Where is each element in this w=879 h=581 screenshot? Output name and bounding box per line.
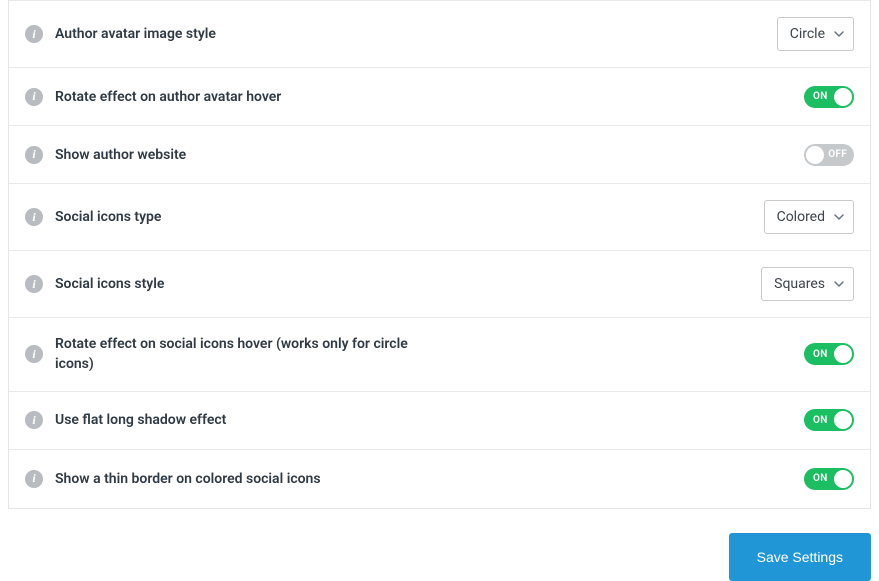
toggle-flat-long-shadow[interactable]: ON [804, 409, 854, 431]
footer: Save Settings [0, 509, 879, 581]
setting-row-author-avatar-style: i Author avatar image style Circle [9, 0, 870, 68]
select-value: Colored [777, 209, 825, 225]
select-social-icons-style[interactable]: Squares [761, 267, 854, 301]
info-icon[interactable]: i [25, 146, 43, 164]
toggle-state-label: ON [813, 91, 828, 102]
setting-label: Rotate effect on author avatar hover [55, 89, 281, 105]
setting-label: Rotate effect on social icons hover (wor… [55, 334, 425, 375]
setting-label-wrap: i Use flat long shadow effect [25, 411, 804, 429]
setting-label: Use flat long shadow effect [55, 412, 226, 428]
setting-row-social-icons-type: i Social icons type Colored [9, 184, 870, 251]
info-icon[interactable]: i [25, 411, 43, 429]
toggle-rotate-social-hover[interactable]: ON [804, 343, 854, 365]
setting-row-show-author-website: i Show author website OFF [9, 126, 870, 184]
toggle-state-label: ON [813, 349, 828, 360]
setting-row-rotate-avatar-hover: i Rotate effect on author avatar hover O… [9, 68, 870, 126]
setting-label-wrap: i Show a thin border on colored social i… [25, 470, 804, 488]
select-author-avatar-style[interactable]: Circle [777, 17, 854, 51]
chevron-down-icon [833, 278, 845, 290]
info-icon[interactable]: i [25, 275, 43, 293]
setting-label: Social icons type [55, 209, 161, 225]
setting-label: Social icons style [55, 276, 164, 292]
toggle-knob [806, 146, 824, 164]
toggle-rotate-avatar-hover[interactable]: ON [804, 86, 854, 108]
setting-label-wrap: i Social icons style [25, 275, 761, 293]
select-value: Squares [774, 276, 825, 292]
toggle-state-label: OFF [828, 149, 847, 160]
setting-row-flat-long-shadow: i Use flat long shadow effect ON [9, 392, 870, 450]
setting-label: Show a thin border on colored social ico… [55, 471, 321, 487]
save-settings-button[interactable]: Save Settings [729, 533, 871, 581]
toggle-knob [834, 411, 852, 429]
setting-row-social-icons-style: i Social icons style Squares [9, 251, 870, 318]
select-value: Circle [790, 26, 825, 42]
toggle-knob [834, 345, 852, 363]
setting-label-wrap: i Social icons type [25, 208, 764, 226]
setting-label-wrap: i Rotate effect on author avatar hover [25, 88, 804, 106]
info-icon[interactable]: i [25, 25, 43, 43]
info-icon[interactable]: i [25, 88, 43, 106]
toggle-thin-border-colored[interactable]: ON [804, 468, 854, 490]
setting-label-wrap: i Author avatar image style [25, 25, 777, 43]
setting-row-rotate-social-hover: i Rotate effect on social icons hover (w… [9, 318, 870, 392]
select-social-icons-type[interactable]: Colored [764, 200, 854, 234]
setting-label-wrap: i Rotate effect on social icons hover (w… [25, 334, 445, 375]
info-icon[interactable]: i [25, 208, 43, 226]
toggle-state-label: ON [813, 415, 828, 426]
settings-panel: i Author avatar image style Circle i Rot… [8, 0, 871, 509]
chevron-down-icon [833, 211, 845, 223]
info-icon[interactable]: i [25, 345, 43, 363]
info-icon[interactable]: i [25, 470, 43, 488]
setting-label: Show author website [55, 147, 186, 163]
toggle-show-author-website[interactable]: OFF [804, 144, 854, 166]
chevron-down-icon [833, 28, 845, 40]
toggle-knob [834, 88, 852, 106]
setting-label-wrap: i Show author website [25, 146, 804, 164]
setting-row-thin-border-colored: i Show a thin border on colored social i… [9, 450, 870, 508]
toggle-knob [834, 470, 852, 488]
setting-label: Author avatar image style [55, 26, 216, 42]
toggle-state-label: ON [813, 473, 828, 484]
